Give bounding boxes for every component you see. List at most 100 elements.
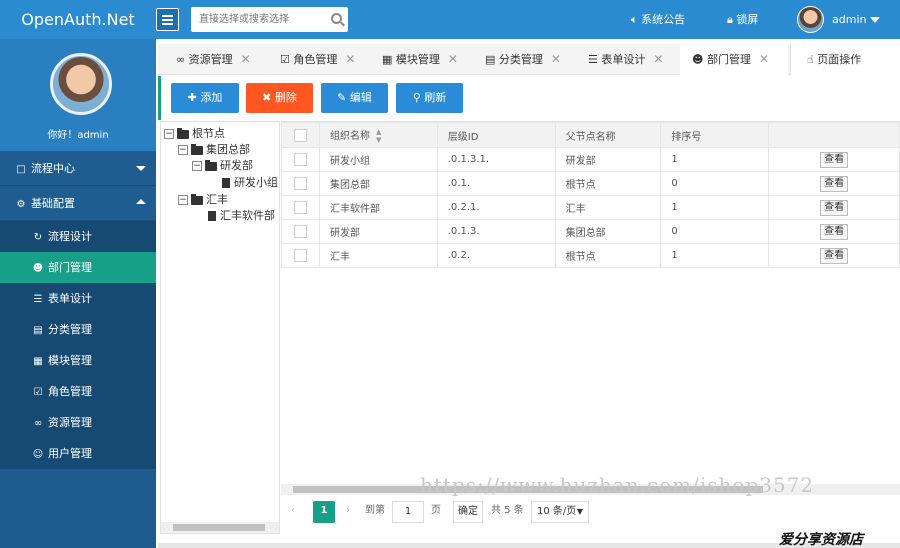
sidebar-item-resource[interactable]: ∞ 资源管理 — [0, 407, 156, 438]
row-select-cell[interactable] — [281, 171, 320, 196]
chevron-left-icon[interactable]: ‹ — [291, 501, 295, 523]
nav-group-flow-center[interactable]: □ 流程中心 — [0, 151, 156, 186]
nav-group-basic-config[interactable]: ⚙ 基础配置 — [0, 186, 156, 221]
row-select-cell[interactable] — [281, 195, 320, 220]
row-checkbox[interactable] — [293, 249, 307, 262]
tab-category[interactable]: ▤ 分类管理 ✕ — [485, 44, 561, 75]
org-tree: − 根节点 − 集团总部 − 研发部 研发小组 − 汇丰 汇丰软件部 — [160, 121, 280, 534]
lock-label: 锁屏 — [736, 13, 759, 26]
search-icon[interactable] — [331, 13, 342, 24]
close-icon[interactable]: ✕ — [759, 52, 769, 66]
search-input[interactable] — [191, 7, 321, 32]
folder-icon — [191, 193, 203, 205]
close-icon[interactable]: ✕ — [653, 52, 663, 66]
sidebar-item-department[interactable]: ☻ 部门管理 — [0, 252, 156, 283]
sidebar-item-label: 部门管理 — [48, 261, 92, 274]
nav-group-label: 流程中心 — [31, 162, 75, 175]
goto-page-input[interactable]: 1 — [392, 501, 424, 523]
cell-sort: 1 — [660, 195, 770, 220]
table-row[interactable]: 汇丰软件部 .0.2.1. 汇丰 1 查看 — [281, 195, 900, 220]
close-icon[interactable]: ✕ — [551, 52, 561, 66]
tab-module[interactable]: ▦ 模块管理 ✕ — [382, 44, 458, 75]
col-parent-name: 父节点名称 — [554, 122, 662, 148]
tab-role[interactable]: ☑ 角色管理 ✕ — [280, 44, 355, 75]
delete-button[interactable]: ✖ 删除 — [246, 83, 313, 113]
confirm-page-button[interactable]: 确定 — [453, 501, 483, 523]
select-all-cell[interactable] — [281, 122, 320, 148]
app-logo[interactable]: OpenAuth.Net — [0, 0, 156, 39]
close-icon[interactable]: ✕ — [345, 52, 355, 66]
chevron-right-icon[interactable]: › — [346, 501, 350, 523]
user-name: admin — [832, 13, 867, 26]
chevron-down-icon — [870, 17, 881, 23]
user-menu[interactable]: admin — [832, 0, 881, 39]
tree-horizontal-scrollbar[interactable] — [161, 522, 279, 533]
table-row[interactable]: 汇丰 .0.2. 根节点 1 查看 — [281, 243, 900, 268]
chevron-down-icon — [136, 166, 146, 171]
sidebar-item-label: 分类管理 — [48, 323, 92, 336]
header-search[interactable] — [191, 7, 348, 32]
collapse-icon[interactable]: − — [178, 195, 188, 205]
sidebar-item-role[interactable]: ☑ 角色管理 — [0, 376, 156, 407]
sidebar-item-category[interactable]: ▤ 分类管理 — [0, 314, 156, 345]
tab-form-design[interactable]: ☰ 表单设计 ✕ — [588, 44, 663, 75]
collapse-icon[interactable]: − — [192, 161, 202, 171]
refresh-button[interactable]: ⚲ 刷新 — [396, 83, 463, 113]
menu-toggle-button[interactable] — [156, 8, 179, 31]
lock-screen-link[interactable]: 🔒︎ 锁屏 — [727, 0, 758, 39]
col-actions — [768, 122, 900, 148]
row-checkbox[interactable] — [293, 177, 307, 190]
collapse-icon[interactable]: − — [178, 145, 188, 155]
view-button[interactable]: 查看 — [820, 175, 849, 192]
row-checkbox[interactable] — [293, 201, 307, 214]
view-button[interactable]: 查看 — [820, 247, 849, 264]
tree-node-group-hq[interactable]: − 集团总部 — [178, 142, 250, 158]
pencil-icon: ✎ — [337, 91, 350, 104]
sidebar-item-flow-design[interactable]: ↻ 流程设计 — [0, 221, 156, 252]
select-all-checkbox[interactable] — [293, 128, 307, 142]
notice-link[interactable]: 🔈︎ 系统公告 — [631, 0, 685, 39]
pagination: ‹ 1 › 到第 1 页 确定 共 5 条 10 条/页 ▼ — [281, 498, 900, 526]
file-icon — [208, 211, 216, 221]
row-select-cell[interactable] — [281, 219, 320, 244]
nav-group-label: 基础配置 — [31, 197, 75, 210]
view-button[interactable]: 查看 — [820, 151, 849, 168]
view-button[interactable]: 查看 — [820, 199, 849, 216]
row-select-cell[interactable] — [281, 147, 320, 172]
tree-node-root[interactable]: − 根节点 — [164, 126, 225, 142]
page-current[interactable]: 1 — [313, 501, 335, 523]
row-checkbox[interactable] — [293, 225, 307, 238]
row-select-cell[interactable] — [281, 243, 320, 268]
tree-node-label: 研发小组 — [234, 176, 278, 189]
edit-button[interactable]: ✎ 编辑 — [321, 83, 388, 113]
sidebar-item-user[interactable]: ☺ 用户管理 — [0, 438, 156, 469]
sidebar-item-label: 表单设计 — [48, 292, 92, 305]
role-icon: ☑ — [33, 387, 43, 398]
row-checkbox[interactable] — [293, 153, 307, 166]
user-avatar[interactable] — [797, 6, 824, 33]
tree-node-hsbc[interactable]: − 汇丰 — [178, 192, 228, 208]
tab-page-actions[interactable]: ☝ 页面操作 — [790, 44, 900, 75]
close-icon[interactable]: ✕ — [448, 52, 458, 66]
table-row[interactable]: 研发部 .0.1.3. 集团总部 0 查看 — [281, 219, 900, 244]
tree-node-rnd-team[interactable]: 研发小组 — [222, 175, 278, 191]
col-name[interactable]: 组织名称 ▲ ▼ — [318, 122, 438, 148]
page-unit-label: 页 — [431, 505, 441, 516]
table-row[interactable]: 研发小组 .0.1.3.1. 研发部 1 查看 — [281, 147, 900, 172]
tree-node-rnd[interactable]: − 研发部 — [192, 158, 253, 174]
sidebar-item-form-design[interactable]: ☰ 表单设计 — [0, 283, 156, 314]
close-icon[interactable]: ✕ — [241, 52, 251, 66]
sidebar-item-module[interactable]: ▦ 模块管理 — [0, 345, 156, 376]
link-icon: ∞ — [33, 418, 43, 429]
sort-icon[interactable]: ▲ ▼ — [376, 128, 381, 144]
page-size-select[interactable]: 10 条/页 ▼ — [531, 501, 589, 523]
tab-department[interactable]: ☻ 部门管理 ✕ — [680, 44, 788, 75]
scrollbar-thumb[interactable] — [173, 524, 265, 531]
add-button[interactable]: ✚ 添加 — [171, 83, 239, 113]
sidebar-item-label: 流程设计 — [48, 230, 92, 243]
tree-node-hsbc-software[interactable]: 汇丰软件部 — [208, 208, 275, 224]
collapse-icon[interactable]: − — [164, 129, 174, 139]
tab-resource[interactable]: ∞ 资源管理 ✕ — [176, 44, 251, 75]
view-button[interactable]: 查看 — [820, 223, 849, 240]
table-row[interactable]: 集团总部 .0.1. 根节点 0 查看 — [281, 171, 900, 196]
